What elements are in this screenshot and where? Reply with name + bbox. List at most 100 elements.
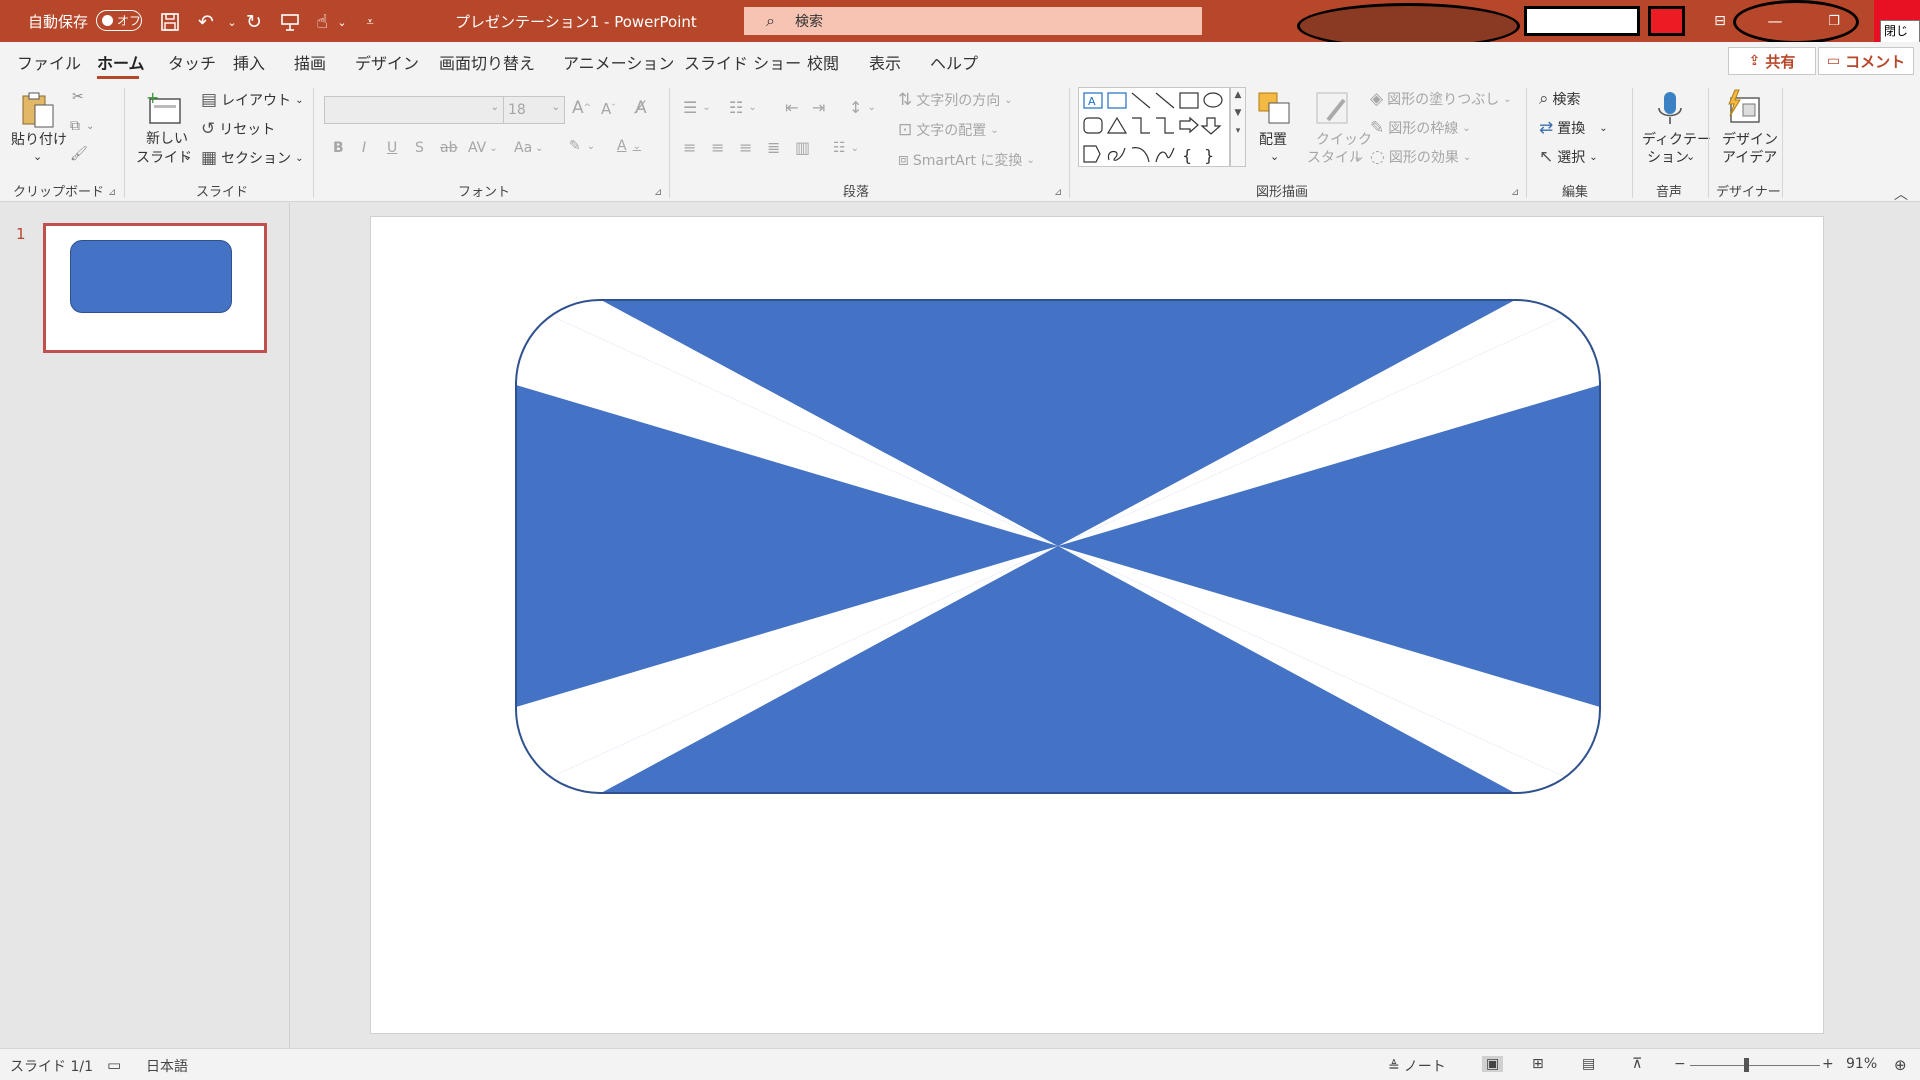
gallery-up-icon[interactable]: ▲ [1231,90,1245,100]
tab-home[interactable]: ホーム [97,50,145,74]
paste-label[interactable]: 貼り付け [11,132,67,149]
present-from-start-icon[interactable] [278,10,302,34]
tab-design[interactable]: デザイン [355,50,419,74]
tab-file[interactable]: ファイル [17,50,81,74]
align-left-icon[interactable]: ≡ [683,138,696,157]
smartart-button[interactable]: ⧈ SmartArt に変換 ⌄ [898,150,1035,170]
char-spacing-button[interactable]: AV ⌄ [468,140,498,156]
slide-thumbnail[interactable] [43,223,267,353]
strikethrough-button[interactable]: ab [440,140,457,156]
notes-button[interactable]: ≜ ノート [1388,1056,1446,1076]
comment-button[interactable]: ▭ コメント [1818,47,1914,75]
align-center-icon[interactable]: ≡ [711,138,724,157]
font-launcher-icon[interactable]: ⊿ [654,187,662,198]
format-painter-icon[interactable]: 🖌 [70,146,88,162]
cut-icon[interactable]: ✂ [72,89,84,105]
select-button[interactable]: ↖ 選択 ⌄ [1539,147,1598,167]
normal-view-icon[interactable]: ▣ [1482,1056,1504,1072]
distributed-icon[interactable]: ▥ [795,138,810,157]
increase-indent-icon[interactable]: ⇥ [812,98,825,117]
font-color-button[interactable]: A ⌄ [617,138,641,154]
dictate-dropdown-icon[interactable]: ⌄ [1686,150,1695,163]
replace-button[interactable]: ⇄ 置換 ⌄ [1539,118,1608,138]
drawing-launcher-icon[interactable]: ⊿ [1511,187,1519,198]
accessibility-icon[interactable]: ▭ [107,1056,121,1074]
language-indicator[interactable]: 日本語 [146,1056,188,1076]
line-spacing-icon[interactable]: ↕ ⌄ [849,98,876,117]
arrange-label[interactable]: 配置 [1259,132,1287,149]
clear-formatting-icon[interactable]: A̸ [635,98,647,118]
slide-sorter-icon[interactable]: ⊞ [1532,1056,1544,1072]
quick-styles-icon[interactable] [1314,90,1354,128]
reset-button[interactable]: ↺ リセット [201,119,275,139]
restore-button[interactable]: ❐ [1811,0,1857,42]
design-ideas-label-line1[interactable]: デザイン [1722,132,1778,149]
clipboard-launcher-icon[interactable]: ⊿ [108,187,116,198]
numbering-icon[interactable]: ☷ ⌄ [729,98,757,117]
shadow-button[interactable]: S [415,140,424,156]
customize-icon[interactable]: ⩡ [358,10,382,34]
find-button[interactable]: ⌕ 検索 [1539,89,1581,109]
justify-icon[interactable]: ≣ [767,138,780,157]
paste-icon[interactable] [18,90,58,128]
reading-view-icon[interactable]: ▤ [1582,1056,1595,1072]
bullets-icon[interactable]: ☰ ⌄ [683,98,711,117]
dictate-label-line2[interactable]: ション [1647,150,1689,167]
arrange-dropdown-icon[interactable]: ⌄ [1270,150,1279,163]
tab-draw[interactable]: 描画 [294,50,326,74]
tab-insert[interactable]: 挿入 [233,50,265,74]
new-slide-icon[interactable]: + [144,88,184,127]
new-slide-label-line1[interactable]: 新しい [146,131,188,148]
touch-dropdown-icon[interactable]: ⌄ [330,10,354,34]
italic-button[interactable]: I [362,140,366,156]
grow-font-icon[interactable]: A ^ [572,98,591,118]
zoom-slider[interactable] [1690,1065,1820,1066]
underline-button[interactable]: U [387,140,397,156]
zoom-slider-thumb[interactable] [1744,1058,1749,1072]
design-ideas-label-line2[interactable]: アイデア [1722,150,1777,167]
tab-touch[interactable]: タッチ [168,50,216,74]
tab-review[interactable]: 校閲 [807,50,839,74]
slideshow-icon[interactable]: ⊼ [1632,1056,1642,1072]
shape-fill-button[interactable]: ◈ 図形の塗りつぶし ⌄ [1370,89,1512,109]
collapse-ribbon-icon[interactable]: ︿ [1894,184,1908,204]
shape-outline-button[interactable]: ✎ 図形の枠線 ⌄ [1370,118,1471,138]
shapes-gallery[interactable]: A { } [1078,87,1230,167]
gallery-down-icon[interactable]: ▼ [1231,108,1245,118]
columns-icon[interactable]: ☷ ⌄ [833,140,859,156]
tab-transitions[interactable]: 画面切り替え [439,50,535,74]
align-text-button[interactable]: ⊡ 文字の配置 ⌄ [898,120,999,140]
font-size-combobox[interactable]: 18 ⌄ [503,96,565,124]
zoom-level[interactable]: 91% [1846,1056,1877,1072]
paste-dropdown-icon[interactable]: ⌄ [33,150,42,163]
shrink-font-icon[interactable]: Aˇ [601,100,616,118]
zoom-in-button[interactable]: + [1822,1056,1834,1072]
font-name-combobox[interactable]: ⌄ [324,96,504,124]
highlight-icon[interactable]: ✎ ⌄ [569,138,595,154]
decrease-indent-icon[interactable]: ⇤ [785,98,798,117]
paragraph-launcher-icon[interactable]: ⊿ [1054,187,1062,198]
fit-to-window-icon[interactable]: ⊕ [1894,1056,1907,1074]
tab-animations[interactable]: アニメーション [563,50,674,74]
undo-dropdown-icon[interactable]: ⌄ [220,10,244,34]
arrange-icon[interactable] [1256,90,1296,128]
tab-view[interactable]: 表示 [869,50,901,74]
minimize-button[interactable]: — [1752,0,1798,42]
tab-slideshow[interactable]: スライド ショー [684,50,801,74]
gallery-more-icon[interactable]: ▾ [1231,126,1245,136]
search-box[interactable]: ⌕ 検索 [744,7,1202,35]
quick-styles-dropdown-icon[interactable]: ⌄ [1353,150,1362,163]
tab-help[interactable]: ヘルプ [930,50,978,74]
bold-button[interactable]: B [333,140,344,156]
share-button[interactable]: ⇪ 共有 [1728,47,1816,75]
undo-icon[interactable]: ↶ [194,10,218,34]
microphone-icon[interactable] [1650,88,1690,126]
zoom-out-button[interactable]: − [1674,1056,1686,1072]
redo-icon[interactable]: ↻ [242,10,266,34]
autosave-toggle[interactable]: オフ [96,10,142,31]
slide[interactable] [370,216,1824,1034]
quick-styles-label-line1[interactable]: クイック [1316,132,1372,149]
change-case-button[interactable]: Aa ⌄ [514,140,544,156]
design-ideas-icon[interactable] [1723,88,1763,126]
copy-icon[interactable]: ⧉ ⌄ [70,118,94,134]
